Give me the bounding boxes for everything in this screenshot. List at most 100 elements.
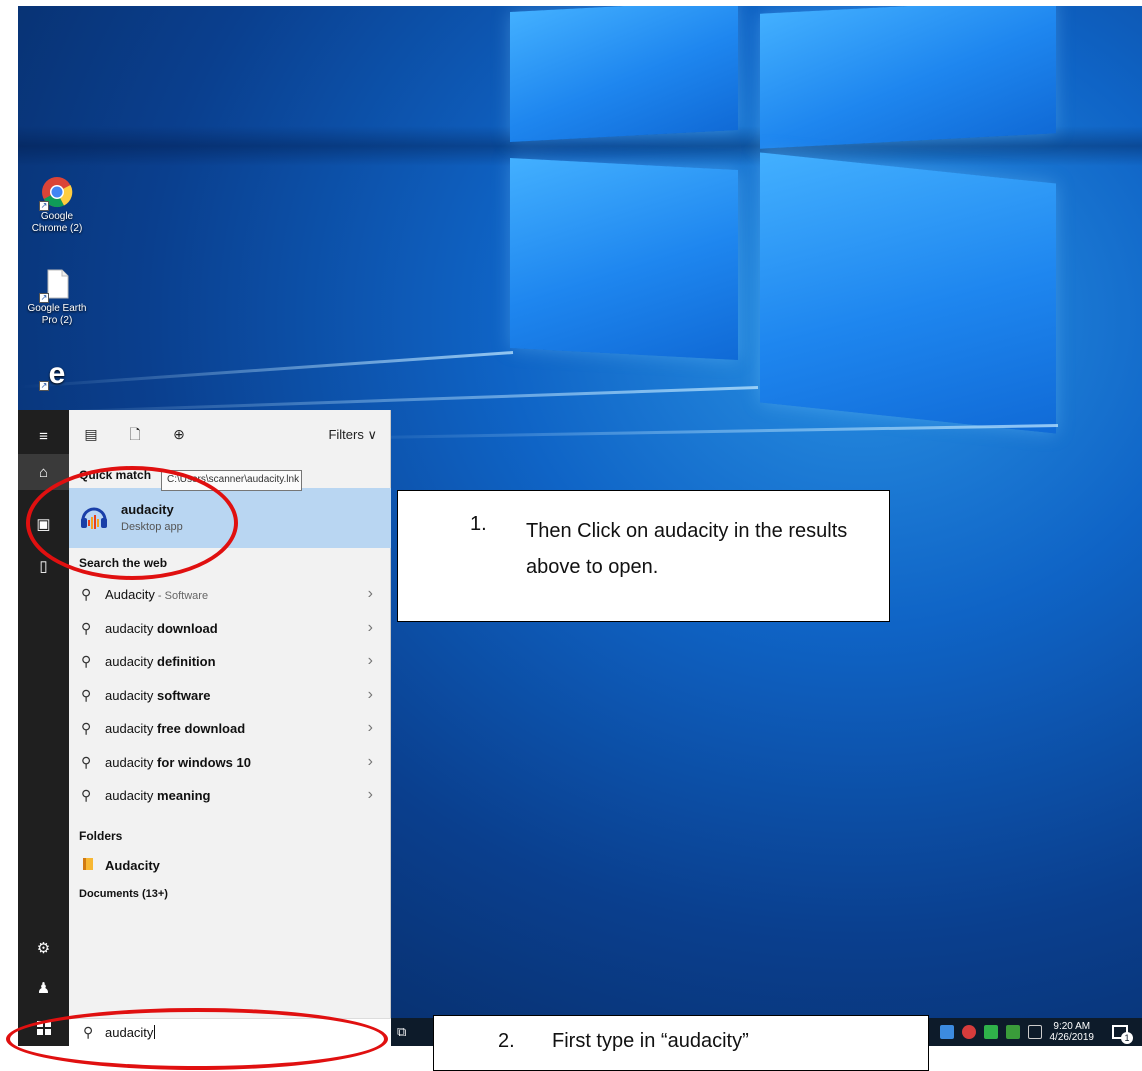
- security-shield-icon[interactable]: [983, 1025, 998, 1039]
- documents-header[interactable]: Documents (13+): [79, 888, 168, 900]
- chevron-right-icon[interactable]: ›: [368, 619, 373, 637]
- web-result-suggestion: meaning: [157, 788, 211, 803]
- desktop-icon-chrome[interactable]: ↗ Google Chrome (2): [26, 176, 88, 235]
- desktop-icon-label: Google Chrome (2): [31, 211, 83, 234]
- web-result-row[interactable]: ⚲ Audacity - Software ›: [69, 578, 391, 611]
- windows-start-icon[interactable]: [18, 1010, 69, 1046]
- web-result-row[interactable]: ⚲ audacity definition ›: [69, 645, 391, 678]
- web-result-text: audacity free download: [105, 721, 245, 736]
- action-center-icon[interactable]: 1: [1112, 1025, 1133, 1044]
- wallpaper-pane-bottom-right: [760, 152, 1056, 434]
- taskbar-clock[interactable]: 9:20 AM 4/26/2019: [1050, 1021, 1095, 1043]
- filters-label: Filters: [328, 427, 364, 442]
- search-icon: ⚲: [81, 619, 92, 636]
- wallpaper-pane-top-right: [760, 6, 1056, 149]
- chevron-right-icon[interactable]: ›: [368, 753, 373, 771]
- web-result-suggestion: definition: [157, 654, 216, 669]
- search-icon: ⚲: [81, 787, 92, 803]
- hamburger-menu-icon[interactable]: ≡: [18, 418, 69, 454]
- folders-header: Folders: [79, 829, 123, 843]
- chevron-down-icon: ∨: [367, 427, 377, 442]
- tray-app-icon[interactable]: [939, 1025, 954, 1039]
- chrome-icon: ↗: [39, 176, 73, 211]
- wallpaper-pane-top-left: [510, 6, 738, 142]
- filters-dropdown[interactable]: Filters ∨: [328, 427, 377, 443]
- clock-time: 9:20 AM: [1053, 1021, 1091, 1032]
- web-result-suggestion: download: [157, 620, 218, 636]
- web-result-query: audacity: [105, 788, 158, 803]
- web-result-row[interactable]: ⚲ audacity download ›: [69, 612, 391, 645]
- wallpaper-pane-bottom-left: [510, 158, 738, 360]
- path-tooltip: C:\Users\scanner\audacity.lnk: [161, 470, 302, 491]
- search-toolbar: ▤ 🗋 ⊕ Filters ∨: [69, 410, 391, 458]
- file-icon: ↗: [39, 268, 73, 303]
- chevron-right-icon[interactable]: ›: [368, 585, 373, 603]
- task-view-icon[interactable]: ⧉: [397, 1024, 406, 1040]
- web-result-text: audacity meaning: [105, 788, 211, 803]
- web-result-query: audacity: [105, 687, 158, 703]
- search-icon: ⚲: [81, 586, 92, 602]
- clock-date: 4/26/2019: [1049, 1032, 1095, 1043]
- search-icon: ⚲: [81, 653, 92, 669]
- web-result-text: Audacity - Software: [105, 587, 208, 602]
- web-result-query: audacity: [105, 754, 158, 770]
- tray-app-icon[interactable]: [961, 1025, 976, 1039]
- web-result-query: audacity: [105, 654, 158, 669]
- web-result-text: audacity definition: [105, 654, 216, 669]
- home-icon[interactable]: ⌂: [18, 454, 69, 490]
- step-1-number: 1.: [470, 513, 487, 535]
- audacity-app-icon: [79, 502, 109, 532]
- usb-eject-icon[interactable]: [1027, 1025, 1042, 1039]
- web-result-suggestion: free download: [157, 721, 246, 736]
- web-result-row[interactable]: ⚲ audacity software ›: [69, 679, 391, 712]
- web-result-text: audacity download: [105, 621, 218, 636]
- desktop-icon-edge[interactable]: e ↗: [26, 356, 88, 391]
- web-result-suggestion: software: [157, 687, 211, 703]
- web-result-row[interactable]: ⚲ audacity for windows 10 ›: [69, 746, 391, 779]
- start-rail: ≡ ⌂ ▣ ▯ ⚙ ♟: [18, 410, 69, 1046]
- device-icon[interactable]: ▯: [18, 548, 69, 584]
- text-cursor: [154, 1025, 156, 1039]
- web-result-row[interactable]: ⚲ audacity free download ›: [69, 712, 391, 745]
- chevron-right-icon[interactable]: ›: [368, 652, 373, 670]
- search-icon: ⚲: [83, 1024, 94, 1040]
- desktop-icon-label: Google Earth Pro (2): [27, 303, 87, 326]
- best-match-name: audacity: [121, 502, 174, 517]
- search-results-panel: ▤ 🗋 ⊕ Filters ∨ Quick match audacity Des…: [69, 410, 391, 1018]
- feedback-icon[interactable]: ♟: [18, 970, 69, 1006]
- shortcut-arrow-icon: ↗: [39, 201, 49, 211]
- web-result-category: - Software: [154, 590, 209, 602]
- tray-app-icon[interactable]: [1005, 1025, 1020, 1039]
- web-result-text: audacity software: [105, 688, 211, 703]
- search-icon: ⚲: [81, 720, 92, 736]
- best-match-result-audacity[interactable]: audacity Desktop app: [69, 488, 391, 548]
- shortcut-arrow-icon: ↗: [39, 293, 49, 303]
- search-the-web-header: Search the web: [79, 556, 168, 570]
- web-result-query: audacity: [105, 620, 158, 636]
- documents-icon[interactable]: ▣: [18, 506, 69, 542]
- search-input[interactable]: ⚲ audacity: [69, 1018, 391, 1046]
- instruction-step-1-box: 1. Then Click on audacity in the results…: [397, 490, 890, 622]
- chevron-right-icon[interactable]: ›: [368, 686, 373, 704]
- svg-text:e: e: [49, 357, 66, 388]
- folder-icon: [83, 858, 93, 870]
- chevron-right-icon[interactable]: ›: [368, 786, 373, 804]
- web-result-text: audacity for windows 10: [105, 755, 251, 770]
- quick-match-header: Quick match: [79, 468, 152, 482]
- web-result-row[interactable]: ⚲ audacity meaning ›: [69, 779, 391, 812]
- documents-filter-icon[interactable]: 🗋: [127, 426, 143, 442]
- chevron-right-icon[interactable]: ›: [368, 719, 373, 737]
- folder-name: Audacity: [105, 858, 160, 873]
- instruction-step-2-box: 2. First type in “audacity”: [433, 1015, 929, 1071]
- search-icon: ⚲: [81, 686, 92, 703]
- settings-gear-icon[interactable]: ⚙: [18, 930, 69, 966]
- desktop-icon-google-earth[interactable]: ↗ Google Earth Pro (2): [26, 268, 88, 327]
- web-filter-globe-icon[interactable]: ⊕: [171, 426, 187, 442]
- step-2-text: First type in “audacity”: [552, 1030, 749, 1052]
- best-match-type: Desktop app: [121, 521, 183, 533]
- web-result-query: Audacity: [105, 587, 155, 602]
- folder-result-audacity[interactable]: Audacity: [69, 850, 391, 880]
- edge-icon: e ↗: [39, 356, 73, 391]
- wallpaper-light-beam: [318, 424, 1059, 440]
- apps-filter-icon[interactable]: ▤: [83, 426, 99, 442]
